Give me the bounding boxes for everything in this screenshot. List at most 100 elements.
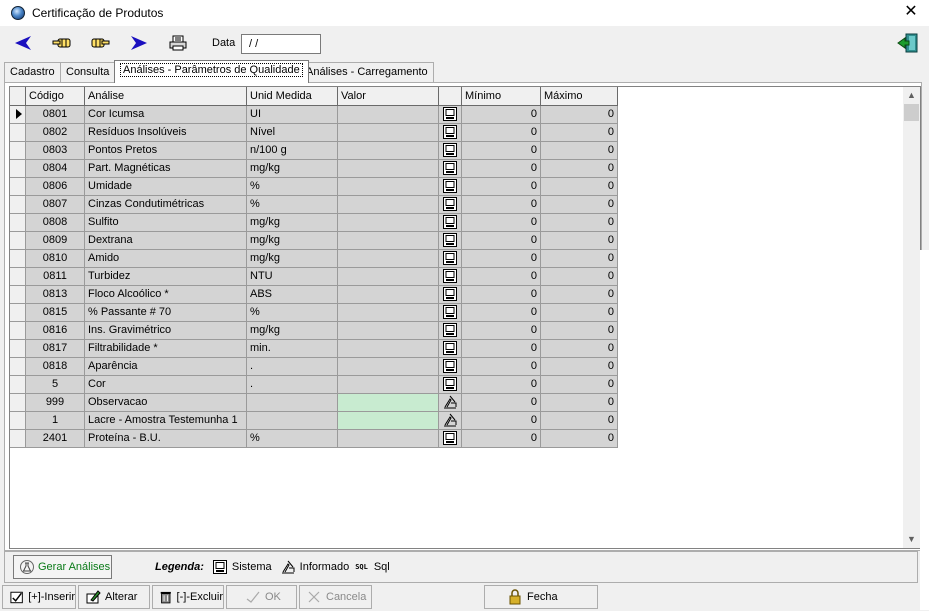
cell-codigo[interactable]: 0804 <box>25 159 85 178</box>
column-header-unid-medida[interactable]: Unid Medida <box>246 87 338 106</box>
cell-maximo[interactable]: 0 <box>540 429 618 448</box>
cell-codigo[interactable]: 0815 <box>25 303 85 322</box>
sistema-icon[interactable] <box>443 251 457 265</box>
cell-analise[interactable]: Observacao <box>84 393 247 412</box>
row-indicator[interactable] <box>10 375 26 394</box>
cell-maximo[interactable]: 0 <box>540 195 618 214</box>
cell-minimo[interactable]: 0 <box>461 393 541 412</box>
alterar-button[interactable]: Alterar <box>78 585 150 609</box>
cell-minimo[interactable]: 0 <box>461 339 541 358</box>
cell-button[interactable] <box>438 141 462 160</box>
cell-analise[interactable]: Cor <box>84 375 247 394</box>
row-indicator[interactable] <box>10 177 26 196</box>
cell-valor[interactable] <box>337 357 439 376</box>
sistema-icon[interactable] <box>443 125 457 139</box>
cell-minimo[interactable]: 0 <box>461 177 541 196</box>
cell-maximo[interactable]: 0 <box>540 321 618 340</box>
cell-valor[interactable] <box>337 285 439 304</box>
cell-unid-medida[interactable] <box>246 411 338 430</box>
cell-analise[interactable]: Resíduos Insolúveis <box>84 123 247 142</box>
cell-analise[interactable]: Aparência <box>84 357 247 376</box>
cell-unid-medida[interactable]: % <box>246 429 338 448</box>
cell-unid-medida[interactable] <box>246 393 338 412</box>
cell-maximo[interactable]: 0 <box>540 285 618 304</box>
cell-maximo[interactable]: 0 <box>540 213 618 232</box>
sistema-icon[interactable] <box>443 269 457 283</box>
cell-minimo[interactable]: 0 <box>461 321 541 340</box>
cell-maximo[interactable]: 0 <box>540 339 618 358</box>
cell-valor[interactable] <box>337 375 439 394</box>
cell-codigo[interactable]: 0813 <box>25 285 85 304</box>
cell-minimo[interactable]: 0 <box>461 249 541 268</box>
cell-unid-medida[interactable]: . <box>246 375 338 394</box>
cell-maximo[interactable]: 0 <box>540 303 618 322</box>
gerar-analises-button[interactable]: Gerar Análises <box>13 555 112 579</box>
row-indicator[interactable] <box>10 285 26 304</box>
sistema-icon[interactable] <box>443 305 457 319</box>
cell-codigo[interactable]: 1 <box>25 411 85 430</box>
cell-unid-medida[interactable]: ABS <box>246 285 338 304</box>
cell-valor[interactable] <box>337 177 439 196</box>
cell-valor[interactable] <box>337 339 439 358</box>
table-row[interactable]: 0809 Dextrana mg/kg 0 0 <box>10 231 618 250</box>
row-indicator[interactable] <box>10 357 26 376</box>
cell-button[interactable] <box>438 159 462 178</box>
table-row[interactable]: 2401 Proteína - B.U.% 0 0 <box>10 429 618 448</box>
cell-valor[interactable] <box>337 231 439 250</box>
cell-unid-medida[interactable]: UI <box>246 105 338 124</box>
hand-left-icon[interactable] <box>51 32 73 54</box>
cell-button[interactable] <box>438 249 462 268</box>
exit-door-icon[interactable] <box>897 32 919 54</box>
cell-analise[interactable]: Proteína - B.U. <box>84 429 247 448</box>
cell-valor[interactable] <box>337 303 439 322</box>
cell-minimo[interactable]: 0 <box>461 303 541 322</box>
cell-maximo[interactable]: 0 <box>540 177 618 196</box>
row-indicator[interactable] <box>10 339 26 358</box>
cell-minimo[interactable]: 0 <box>461 195 541 214</box>
cell-button[interactable] <box>438 123 462 142</box>
cell-valor[interactable] <box>337 213 439 232</box>
row-indicator[interactable] <box>10 249 26 268</box>
cell-codigo[interactable]: 0803 <box>25 141 85 160</box>
cancela-button[interactable]: Cancela <box>299 585 372 609</box>
sistema-icon[interactable] <box>443 359 457 373</box>
cell-valor[interactable] <box>337 159 439 178</box>
tab-cadastro[interactable]: Cadastro <box>4 62 61 82</box>
cell-codigo[interactable]: 0809 <box>25 231 85 250</box>
cell-codigo[interactable]: 0807 <box>25 195 85 214</box>
cell-button[interactable] <box>438 267 462 286</box>
cell-codigo[interactable]: 0811 <box>25 267 85 286</box>
column-header-analise[interactable]: Análise <box>84 87 247 106</box>
cell-valor[interactable] <box>337 411 439 430</box>
cell-unid-medida[interactable]: NTU <box>246 267 338 286</box>
cell-button[interactable] <box>438 375 462 394</box>
cell-maximo[interactable]: 0 <box>540 231 618 250</box>
sistema-icon[interactable] <box>443 161 457 175</box>
cell-button[interactable] <box>438 303 462 322</box>
cell-unid-medida[interactable]: mg/kg <box>246 249 338 268</box>
cell-minimo[interactable]: 0 <box>461 357 541 376</box>
cell-unid-medida[interactable]: Nível <box>246 123 338 142</box>
row-indicator[interactable] <box>10 231 26 250</box>
column-header-maximo[interactable]: Máximo <box>540 87 618 106</box>
sistema-icon[interactable] <box>443 431 457 445</box>
cell-maximo[interactable]: 0 <box>540 357 618 376</box>
tab-analises-carregamento[interactable]: Análises - Carregamento <box>300 62 434 82</box>
cell-maximo[interactable]: 0 <box>540 411 618 430</box>
cell-analise[interactable]: Lacre - Amostra Testemunha 1 <box>84 411 247 430</box>
cell-maximo[interactable]: 0 <box>540 267 618 286</box>
cell-analise[interactable]: Sulfito <box>84 213 247 232</box>
table-row[interactable]: 0810 Amido mg/kg 0 0 <box>10 249 618 268</box>
scroll-down-icon[interactable]: ▼ <box>903 531 920 548</box>
cell-minimo[interactable]: 0 <box>461 213 541 232</box>
cell-maximo[interactable]: 0 <box>540 141 618 160</box>
cell-maximo[interactable]: 0 <box>540 123 618 142</box>
cell-button[interactable] <box>438 357 462 376</box>
sistema-icon[interactable] <box>443 287 457 301</box>
cell-button[interactable] <box>438 321 462 340</box>
cell-analise[interactable]: % Passante # 70 <box>84 303 247 322</box>
cell-button[interactable] <box>438 429 462 448</box>
sistema-icon[interactable] <box>443 323 457 337</box>
cell-valor[interactable] <box>337 141 439 160</box>
fecha-button[interactable]: Fecha <box>484 585 598 609</box>
